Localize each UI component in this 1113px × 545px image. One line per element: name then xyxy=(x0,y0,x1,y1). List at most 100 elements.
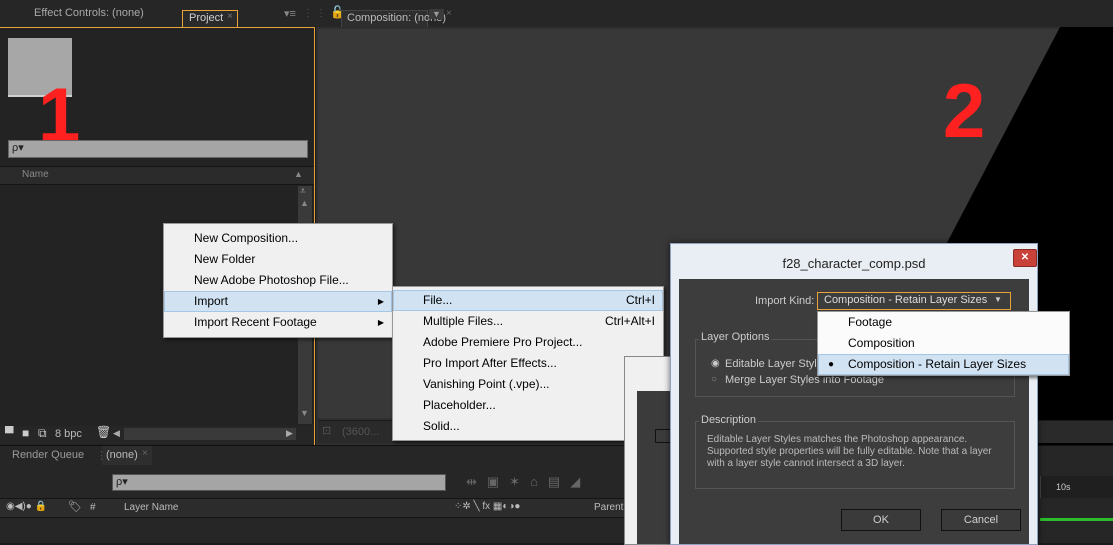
timeline-search-input[interactable]: ρ▾ xyxy=(112,474,446,491)
menu-item-solid[interactable]: Solid... xyxy=(393,416,663,437)
annotation-number-two: 2 xyxy=(943,69,986,154)
menu-item-vanishing-point[interactable]: Vanishing Point (.vpe)... xyxy=(393,374,663,395)
tab-render-queue[interactable]: Render Queue xyxy=(12,449,84,461)
panel-menu-icon[interactable]: ▾≡ xyxy=(284,7,296,20)
menu-item-new-photoshop-file[interactable]: New Adobe Photoshop File... xyxy=(164,270,392,291)
search-icon: ρ▾ xyxy=(12,142,24,154)
menu-item-premiere-project[interactable]: Adobe Premiere Pro Project... xyxy=(393,332,663,353)
submenu-arrow-icon: ▶ xyxy=(377,318,384,327)
layer-switches-icons[interactable]: ⁘✲ ╲ fx ▦◐◑● xyxy=(454,501,520,512)
menu-item-file[interactable]: File... Ctrl+I xyxy=(393,290,663,311)
option-label: Composition - Retain Layer Sizes xyxy=(848,357,1027,371)
name-column-header[interactable]: Name xyxy=(22,169,49,180)
menu-item-label: New Folder xyxy=(194,252,256,266)
new-folder-icon[interactable]: ■ xyxy=(22,426,29,440)
menu-item-label: New Composition... xyxy=(194,231,299,245)
dropdown-option-composition-retain[interactable]: ● Composition - Retain Layer Sizes xyxy=(818,354,1069,375)
trash-icon[interactable]: 🗑 xyxy=(96,425,111,439)
menu-item-label: Adobe Premiere Pro Project... xyxy=(423,335,583,349)
menu-item-label: Import xyxy=(194,294,229,308)
menu-item-multiple-files[interactable]: Multiple Files... Ctrl+Alt+I xyxy=(393,311,663,332)
grip-icon: ⋮ xyxy=(316,8,326,19)
chevron-down-icon: ▼ xyxy=(994,295,1002,304)
description-label: Description xyxy=(699,414,759,426)
close-icon[interactable]: × xyxy=(227,11,233,22)
tab-project-active[interactable]: Project × xyxy=(182,10,238,27)
close-icon[interactable]: × xyxy=(446,8,452,19)
menu-item-label: Vanishing Point (.vpe)... xyxy=(423,377,550,391)
tab-composition[interactable]: Composition: (none) xyxy=(341,10,446,27)
scroll-left-icon[interactable]: ◀ xyxy=(113,428,120,439)
scroll-down-icon: ▼ xyxy=(300,408,309,418)
work-area-bar[interactable] xyxy=(1040,518,1113,521)
menu-item-placeholder[interactable]: Placeholder... xyxy=(393,395,663,416)
parent-header[interactable]: Parent xyxy=(594,502,623,513)
close-icon: ✕ xyxy=(1020,252,1030,263)
layer-number-header: # xyxy=(90,502,96,513)
cancel-button-label: Cancel xyxy=(963,514,999,526)
search-icon: ρ▾ xyxy=(116,476,128,488)
option-editable-layer-styles[interactable]: Editable Layer Styles xyxy=(725,358,828,370)
menu-item-shortcut: Ctrl+I xyxy=(625,293,655,307)
layer-options-label: Layer Options xyxy=(699,331,772,343)
menu-item-label: Multiple Files... xyxy=(423,314,504,328)
menu-item-label: Pro Import After Effects... xyxy=(423,356,557,370)
interpret-footage-icon[interactable]: ▀ xyxy=(5,426,14,440)
grip-icon: ⋮ xyxy=(303,8,313,19)
cancel-button[interactable]: Cancel xyxy=(941,509,1021,531)
menu-item-new-composition[interactable]: New Composition... xyxy=(164,228,392,249)
project-context-menu: New Composition... New Folder New Adobe … xyxy=(163,223,393,338)
label-tag-icon[interactable]: 🏷 xyxy=(68,500,82,513)
description-text: Editable Layer Styles matches the Photos… xyxy=(707,434,992,469)
sort-icon[interactable]: ▲ xyxy=(294,169,303,179)
dropdown-option-footage[interactable]: Footage xyxy=(818,312,1069,333)
av-switches-icons[interactable]: ◉◀)● 🔒 xyxy=(6,501,47,512)
menu-item-label: New Adobe Photoshop File... xyxy=(194,273,349,287)
project-search-input[interactable]: ρ▾ xyxy=(8,140,308,158)
timeline-tool-icons[interactable]: ⇹▣✶⌂▤◢ xyxy=(466,474,590,490)
dialog-title: f28_character_comp.psd xyxy=(782,256,926,271)
psd-import-dialog: f28_character_comp.psd ✕ Import Kind: Co… xyxy=(670,243,1038,545)
import-kind-dropdown-list: Footage Composition ● Composition - Reta… xyxy=(817,311,1070,376)
import-kind-label: Import Kind: xyxy=(755,295,815,307)
selected-bullet-icon: ● xyxy=(828,359,835,370)
always-preview-icon[interactable]: ⊡ xyxy=(322,424,331,437)
menu-item-import[interactable]: Import ▶ xyxy=(164,291,392,312)
close-icon[interactable]: × xyxy=(142,448,148,459)
ok-button[interactable]: OK xyxy=(841,509,921,531)
bpc-label[interactable]: 8 bpc xyxy=(55,428,82,440)
time-ruler[interactable] xyxy=(1040,476,1113,498)
time-marker-label: 10s xyxy=(1056,482,1071,492)
zoom-label[interactable]: (3600... xyxy=(342,426,379,438)
chevron-down-icon[interactable]: ▼ xyxy=(429,9,444,19)
import-kind-dropdown[interactable]: Composition - Retain Layer Sizes ▼ xyxy=(817,292,1011,310)
menu-item-label: Solid... xyxy=(423,419,460,433)
project-column-header: Name ▲ xyxy=(0,166,314,185)
radio-unselected-icon[interactable]: ○ xyxy=(711,374,717,385)
tab-project-label: Project xyxy=(189,12,224,24)
scroll-up-icon: ▲ xyxy=(300,198,309,208)
menu-item-pro-import[interactable]: Pro Import After Effects... xyxy=(393,353,663,374)
menu-item-label: Placeholder... xyxy=(423,398,496,412)
horizontal-scrollbar[interactable] xyxy=(124,428,296,440)
menu-item-import-recent-footage[interactable]: Import Recent Footage ▶ xyxy=(164,312,392,333)
ok-button-label: OK xyxy=(873,514,889,526)
submenu-arrow-icon: ▶ xyxy=(377,297,384,306)
dropdown-option-composition[interactable]: Composition xyxy=(818,333,1069,354)
menu-item-label: File... xyxy=(423,293,453,307)
radio-selected-icon[interactable]: ◉ xyxy=(711,358,720,369)
new-composition-icon[interactable]: ⧉ xyxy=(38,426,47,441)
menu-item-shortcut: Ctrl+Alt+I xyxy=(604,314,655,328)
top-tab-bar xyxy=(0,0,1113,28)
layer-name-header[interactable]: Layer Name xyxy=(124,502,178,513)
timeline-header-row xyxy=(0,498,640,518)
option-label: Composition xyxy=(848,336,915,350)
dialog-close-button[interactable]: ✕ xyxy=(1013,249,1037,267)
scroll-to-top-icon: ⩡ xyxy=(300,186,306,197)
scroll-right-icon[interactable]: ▶ xyxy=(286,428,293,439)
menu-item-new-folder[interactable]: New Folder xyxy=(164,249,392,270)
import-kind-value: Composition - Retain Layer Sizes xyxy=(824,294,988,306)
menu-item-label: Import Recent Footage xyxy=(194,315,317,329)
tab-timeline[interactable]: (none) × xyxy=(102,446,152,465)
tab-effect-controls[interactable]: Effect Controls: (none) xyxy=(34,0,144,26)
